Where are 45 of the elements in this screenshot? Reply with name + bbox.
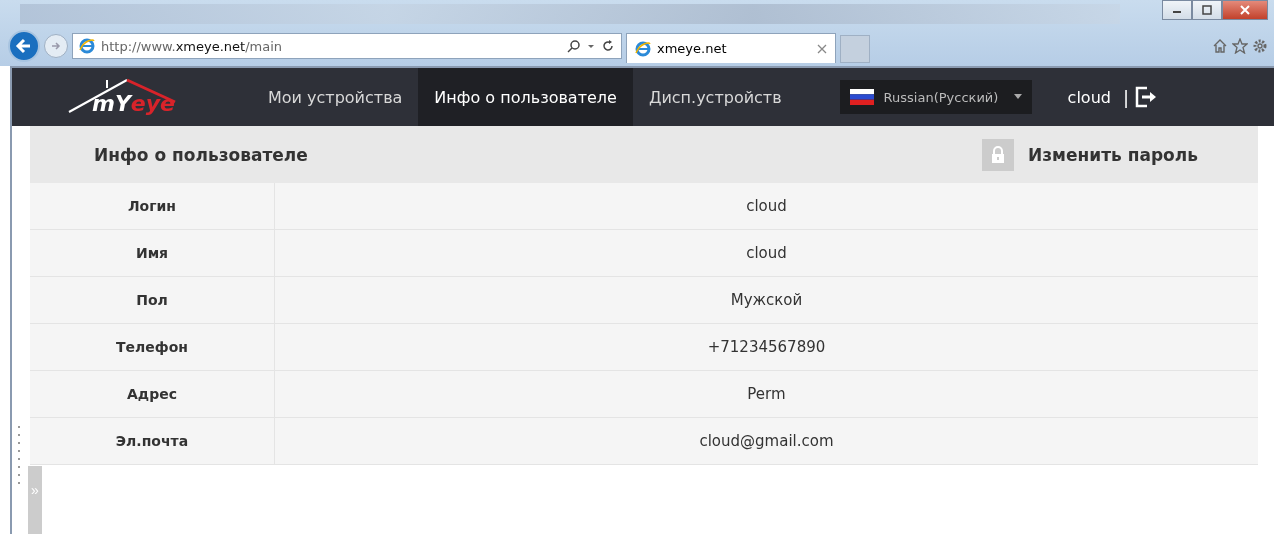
field-value: cloud xyxy=(275,183,1258,230)
maximize-icon xyxy=(1202,5,1212,15)
maximize-button[interactable] xyxy=(1192,0,1222,20)
close-button[interactable] xyxy=(1222,0,1268,20)
field-label: Адрес xyxy=(30,371,275,418)
field-label: Эл.почта xyxy=(30,418,275,465)
url-text: http://www.xmeye.net/main xyxy=(101,38,284,54)
panel-title: Инфо о пользователе xyxy=(94,144,308,165)
nav-tab[interactable]: Дисп.устройств xyxy=(632,68,798,126)
back-arrow-icon xyxy=(15,37,33,55)
username[interactable]: cloud xyxy=(1067,87,1111,107)
address-bar[interactable]: http://www.xmeye.net/main xyxy=(72,33,622,59)
field-value: cloud@gmail.com xyxy=(275,418,1258,465)
flag-icon xyxy=(849,89,874,105)
field-label: Телефон xyxy=(30,324,275,371)
forward-arrow-icon xyxy=(50,40,62,52)
browser-logo-icon xyxy=(635,40,651,57)
lock-icon xyxy=(982,138,1014,171)
field-label: Имя xyxy=(30,230,275,277)
close-icon xyxy=(1240,5,1250,15)
settings-icon[interactable] xyxy=(1252,38,1268,54)
change-password-button[interactable]: Изменить пароль xyxy=(982,138,1198,171)
field-value: Мужской xyxy=(275,277,1258,324)
browser-logo-icon xyxy=(79,38,95,54)
home-icon[interactable] xyxy=(1212,38,1228,54)
language-dropdown[interactable]: Russian(Русский) xyxy=(839,80,1032,114)
nav-tab[interactable]: Инфо о пользователе xyxy=(418,68,633,126)
nav-tab[interactable]: Мои устройства xyxy=(252,68,419,126)
close-icon[interactable] xyxy=(817,43,827,54)
caret-icon xyxy=(1013,94,1022,100)
search-icon[interactable] xyxy=(567,39,581,53)
back-button[interactable] xyxy=(8,30,40,62)
minimize-button[interactable] xyxy=(1162,0,1192,20)
field-label: Пол xyxy=(30,277,275,324)
resize-handle[interactable] xyxy=(18,426,20,486)
field-value: cloud xyxy=(275,230,1258,277)
star-icon[interactable] xyxy=(1232,38,1248,54)
field-label: Логин xyxy=(30,183,275,230)
field-value: Perm xyxy=(275,371,1258,418)
separator-text: | xyxy=(1122,86,1129,108)
logo[interactable]: mYeye xyxy=(12,68,252,126)
browser-tab[interactable]: xmeye.net xyxy=(626,33,836,63)
logout-icon[interactable] xyxy=(1135,86,1157,108)
field-value: +71234567890 xyxy=(275,324,1258,371)
refresh-icon[interactable] xyxy=(601,39,615,53)
